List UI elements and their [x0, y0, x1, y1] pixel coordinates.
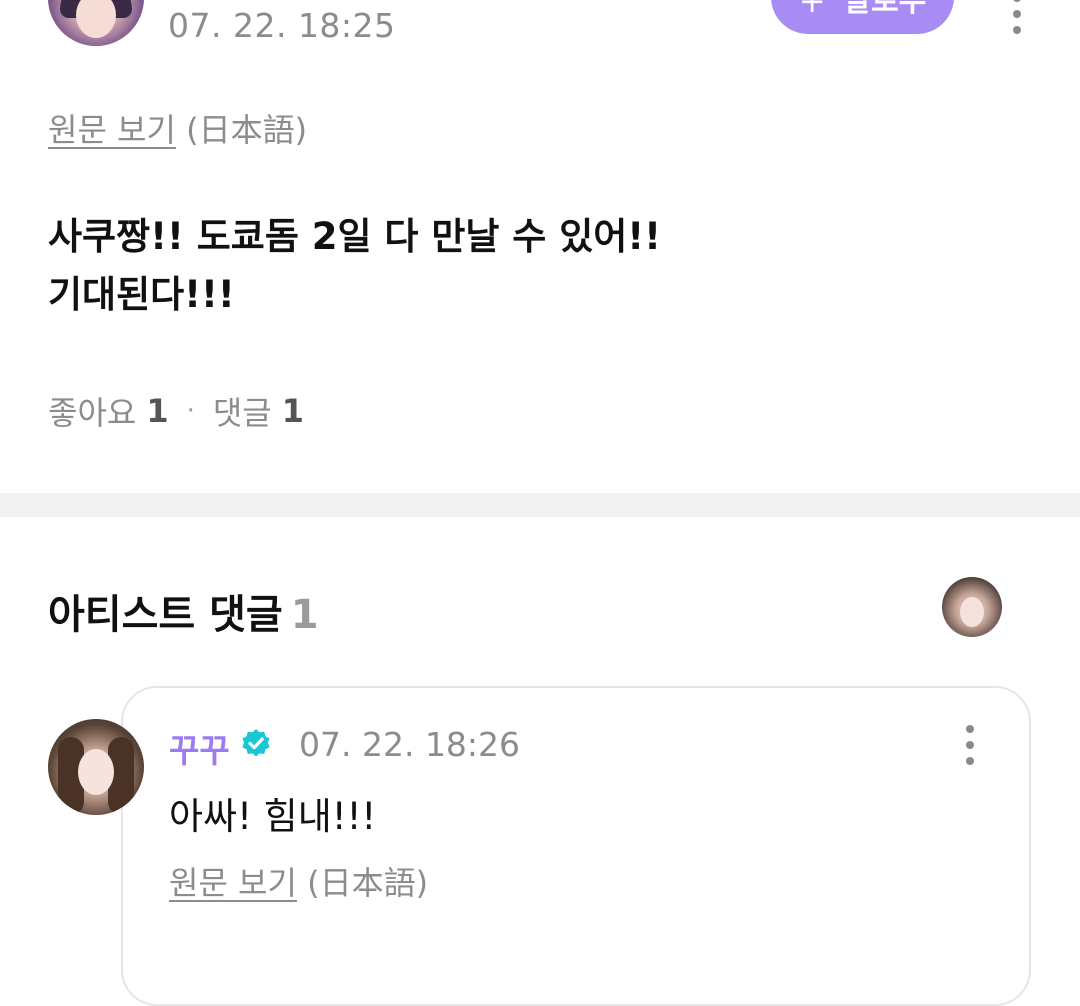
original-language: (日本語)	[307, 864, 429, 902]
comments-count: 1	[281, 392, 305, 430]
stats-separator: ·	[186, 396, 195, 426]
comment-view-original: 원문 보기 (日本語)	[169, 858, 428, 904]
original-language: (日本語)	[186, 111, 308, 149]
plus-icon: +	[798, 0, 826, 20]
post-more-icon[interactable]	[1007, 0, 1027, 34]
artist-comments-title: 아티스트 댓글 1	[48, 582, 319, 640]
post-stats: 좋아요 1 · 댓글 1	[48, 388, 304, 434]
comment-more-icon[interactable]	[960, 725, 980, 765]
comments-label[interactable]: 댓글	[213, 388, 272, 434]
section-divider	[0, 493, 1080, 517]
artist-comments-title-label: 아티스트 댓글	[48, 592, 283, 638]
comment-body: 아싸! 힘내!!!	[169, 795, 377, 838]
view-original-link[interactable]: 원문 보기	[169, 864, 297, 902]
comment-author-name[interactable]: 꾸꾸	[169, 724, 230, 772]
comment-author-avatar[interactable]	[48, 719, 144, 815]
avatar-face	[960, 597, 984, 627]
avatar-face	[78, 749, 114, 795]
artist-thumbnail-avatar[interactable]	[942, 577, 1002, 637]
comment-timestamp: 07. 22. 18:26	[299, 725, 521, 764]
avatar-face	[76, 0, 116, 38]
post-timestamp: 07. 22. 18:25	[168, 6, 396, 45]
post-author-avatar[interactable]	[48, 0, 144, 46]
artist-comments-count: 1	[290, 592, 319, 638]
likes-count: 1	[146, 392, 169, 430]
likes-label[interactable]: 좋아요	[48, 388, 136, 434]
verified-badge-icon	[242, 729, 270, 757]
post-body: 사쿠짱!! 도쿄돔 2일 다 만날 수 있어!! 기대된다!!!	[48, 215, 662, 316]
follow-button-label: 팔로우	[843, 0, 927, 19]
view-original-link[interactable]: 원문 보기	[48, 111, 176, 149]
follow-button[interactable]: + 팔로우	[771, 0, 954, 34]
post-view-original: 원문 보기 (日本語)	[48, 105, 307, 151]
